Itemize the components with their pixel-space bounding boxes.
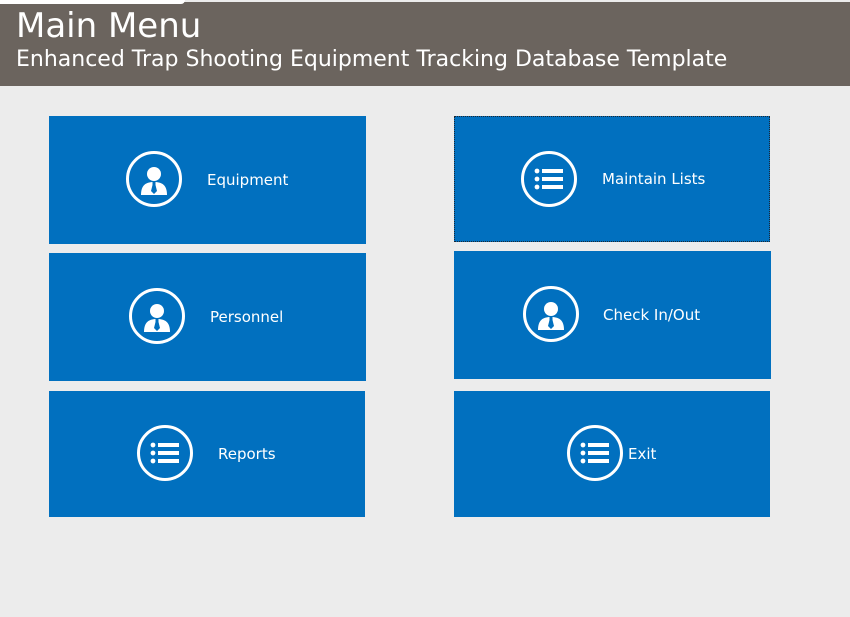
person-icon (523, 286, 579, 342)
personnel-label: Personnel (210, 308, 284, 326)
exit-label: Exit (628, 445, 657, 463)
check-in-out-button[interactable]: Check In/Out (454, 251, 771, 379)
list-icon (137, 425, 193, 481)
list-icon (567, 425, 623, 481)
reports-label: Reports (218, 445, 276, 463)
page-subtitle: Enhanced Trap Shooting Equipment Trackin… (16, 47, 728, 72)
page-title: Main Menu (16, 6, 202, 46)
equipment-label: Equipment (207, 171, 289, 189)
window-corner-tab (0, 0, 185, 4)
person-icon (129, 288, 185, 344)
maintain-lists-label: Maintain Lists (602, 170, 706, 188)
equipment-button[interactable]: Equipment (49, 116, 366, 244)
reports-button[interactable]: Reports (49, 391, 365, 517)
check-in-out-label: Check In/Out (603, 306, 701, 324)
list-icon (521, 151, 577, 207)
maintain-lists-button[interactable]: Maintain Lists (454, 116, 770, 242)
person-icon (126, 151, 182, 207)
personnel-button[interactable]: Personnel (49, 253, 366, 381)
header-bar: Main Menu Enhanced Trap Shooting Equipme… (0, 2, 850, 86)
exit-button[interactable]: Exit (454, 391, 770, 517)
